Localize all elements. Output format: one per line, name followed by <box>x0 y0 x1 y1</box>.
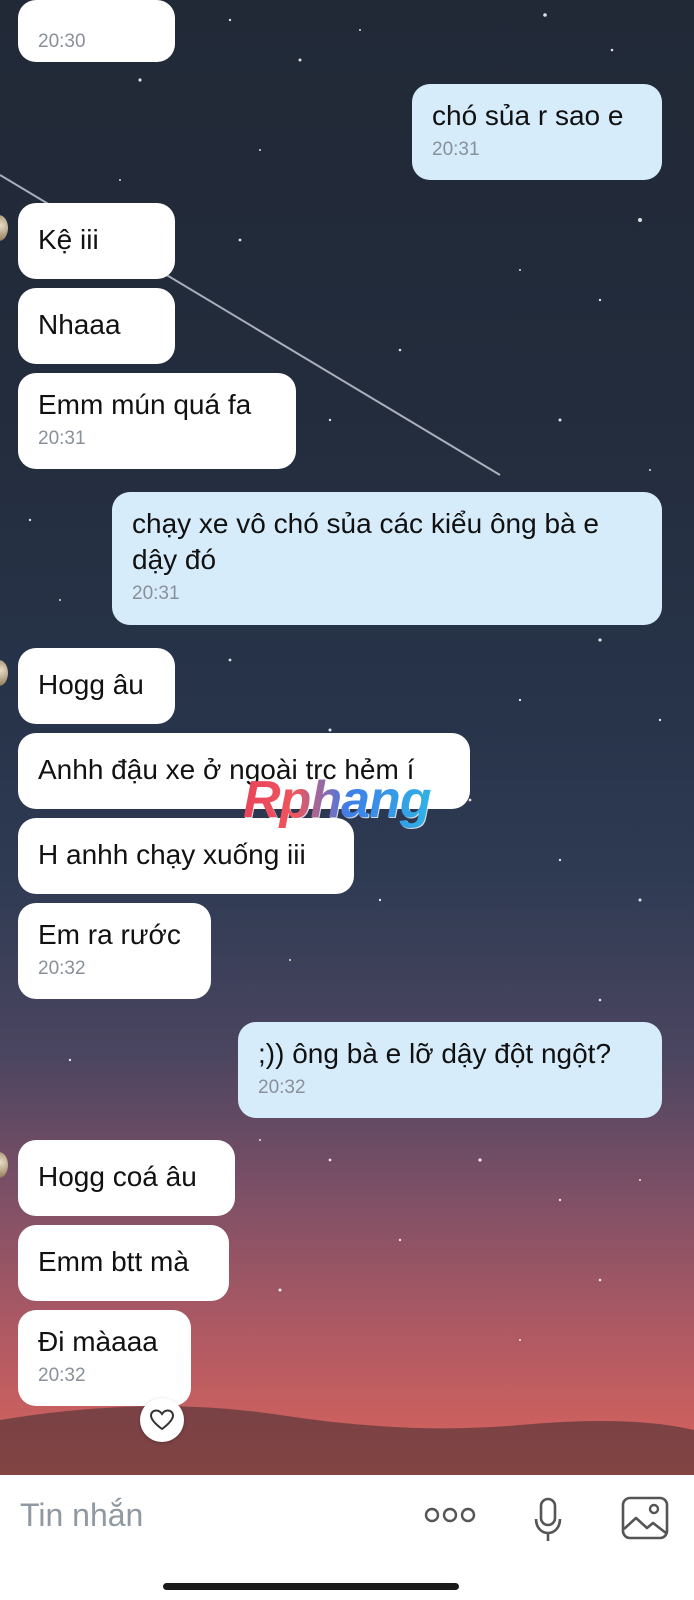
message-timestamp: 20:32 <box>38 1365 86 1386</box>
message-text: Emm mún quá fa <box>38 389 252 420</box>
home-indicator[interactable] <box>163 1583 459 1590</box>
message-bubble-incoming[interactable]: Hogg âu <box>18 648 175 724</box>
message-text: Nhaaa <box>38 309 121 340</box>
message-bubble-incoming[interactable]: Kệ iii <box>18 203 175 279</box>
message-text: Kệ iii <box>38 224 99 255</box>
contact-avatar[interactable] <box>0 1152 8 1178</box>
message-timestamp: 20:32 <box>258 1077 306 1098</box>
message-bubble-outgoing[interactable]: chạy xe vô chó sủa các kiểu ông bà e dậy… <box>112 492 662 625</box>
message-text: ;)) ông bà e lỡ dậy đột ngột? <box>258 1038 612 1069</box>
contact-avatar[interactable] <box>0 215 8 241</box>
message-bubble-incoming[interactable]: Hogg coá âu <box>18 1140 235 1216</box>
microphone-icon <box>534 1497 562 1541</box>
message-bubble-outgoing[interactable]: chó sủa r sao e 20:31 <box>412 84 662 180</box>
message-bubble-incoming[interactable]: Emm mún quá fa 20:31 <box>18 373 296 469</box>
message-bubble-incoming[interactable]: Đi màaaa 20:32 <box>18 1310 191 1406</box>
image-icon <box>621 1496 669 1540</box>
message-text: chạy xe vô chó sủa các kiểu ông bà e dậy… <box>132 508 599 575</box>
message-composer-bar: Tin nhắn <box>0 1475 694 1600</box>
more-icon <box>424 1507 476 1523</box>
message-timestamp: 20:31 <box>132 583 180 604</box>
message-input-placeholder: Tin nhắn <box>20 1497 144 1533</box>
message-timestamp: 20:31 <box>38 428 86 449</box>
voice-button[interactable] <box>528 1495 568 1545</box>
message-timestamp: 20:32 <box>38 958 86 979</box>
contact-avatar[interactable] <box>0 660 8 686</box>
message-timestamp: 20:30 <box>38 31 86 52</box>
message-text: Em ra rước <box>38 919 181 950</box>
message-bubble-outgoing[interactable]: ;)) ông bà e lỡ dậy đột ngột? 20:32 <box>238 1022 662 1118</box>
react-heart-button[interactable] <box>140 1398 184 1442</box>
message-bubble-incoming[interactable]: Nhaaa <box>18 288 175 364</box>
message-text: chó sủa r sao e <box>432 100 624 131</box>
message-text: H anhh chạy xuống iii <box>38 839 306 870</box>
message-text: Đi màaaa <box>38 1326 158 1357</box>
message-bubble-incoming[interactable]: Emm btt mà <box>18 1225 229 1301</box>
image-button[interactable] <box>620 1495 670 1541</box>
message-bubble-incoming[interactable]: 20:30 <box>18 0 175 62</box>
message-timestamp: 20:31 <box>432 139 480 160</box>
more-button[interactable] <box>420 1495 480 1535</box>
message-text: Emm btt mà <box>38 1246 189 1277</box>
message-text: Hogg coá âu <box>38 1161 197 1192</box>
message-text: Hogg âu <box>38 669 144 700</box>
watermark-logo: Rphang <box>243 771 432 829</box>
message-bubble-incoming[interactable]: Em ra rước 20:32 <box>18 903 211 999</box>
heart-icon <box>149 1409 175 1431</box>
